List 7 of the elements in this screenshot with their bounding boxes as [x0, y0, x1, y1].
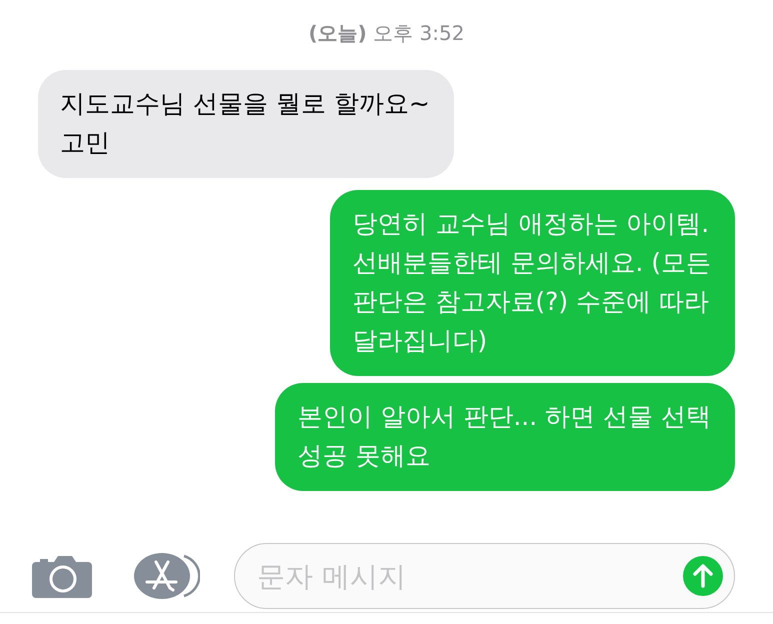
app-store-icon[interactable]	[132, 552, 200, 600]
message-bubble: 당연히 교수님 애정하는 아이템. 선배분들한테 문의하세요. (모든 판단은 참고자료(?) 수준에 따라 달라집니다)	[330, 190, 735, 376]
message-bubble: 지도교수님 선물을 뭘로 할까요~ 고민	[38, 70, 454, 178]
send-icon[interactable]	[683, 556, 723, 596]
camera-icon[interactable]	[32, 553, 92, 599]
message-bubble: 본인이 알아서 판단... 하면 선물 선택 성공 못해요	[275, 383, 735, 491]
timestamp: (오늘) 오후 3:52	[308, 20, 466, 47]
